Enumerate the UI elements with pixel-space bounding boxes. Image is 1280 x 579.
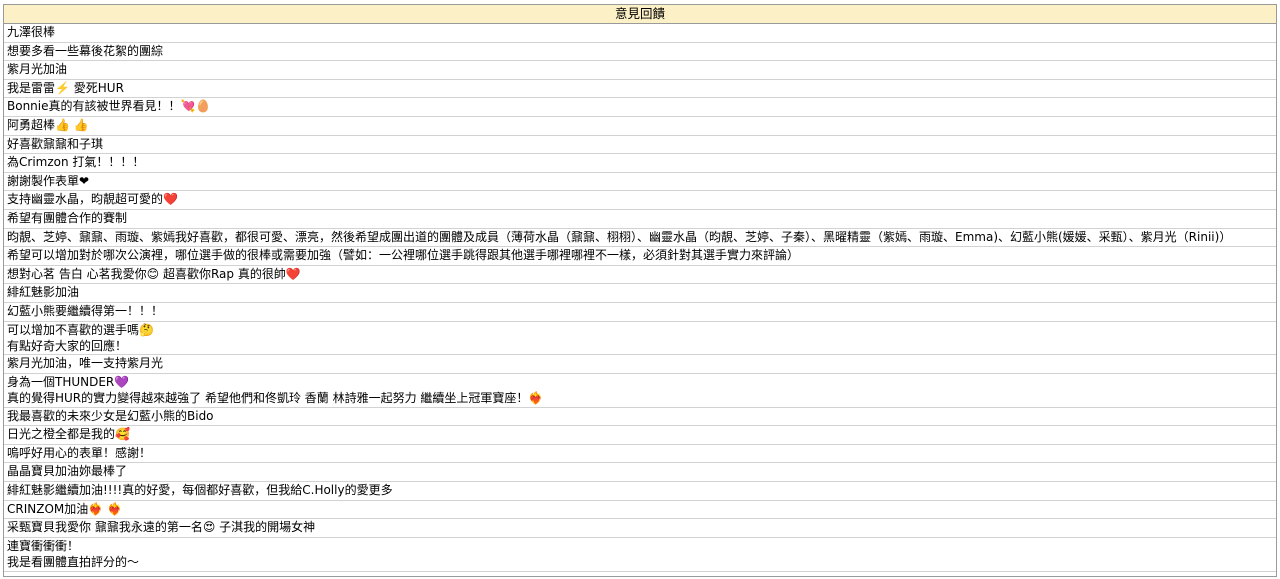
table-row[interactable]: 可以增加不喜歡的選手嗎🤔 有點好奇大家的回應！ — [4, 322, 1276, 356]
cell-text: 有點好奇大家的回應！ — [7, 338, 128, 353]
table-row[interactable]: 嗚呼好用心的表單！感謝！ — [4, 445, 1276, 464]
cell-text: 我是雷雷⚡️ 愛死HUR — [7, 80, 124, 95]
table-row[interactable]: 昀靚、芝婷、鼐鼐、雨璇、紫嫣我好喜歡，都很可愛、漂亮，然後希望成團出道的團體及成… — [4, 229, 1276, 248]
table-row[interactable]: Bonnie真的有該被世界看見！！💘🥚 — [4, 98, 1276, 117]
feedback-sheet: 意見回饋 九澤很棒想要多看一些幕後花絮的團綜 紫月光加油我是雷雷⚡️ 愛死HUR B… — [3, 4, 1277, 577]
table-row[interactable]: 日光之橙全都是我的🥰 — [4, 426, 1276, 445]
table-row[interactable]: 九澤很棒 — [4, 24, 1276, 43]
table-row[interactable]: 想對心茗 告白 心茗我愛你😊 超喜歡你Rap 真的很帥❤️ — [4, 266, 1276, 285]
feedback-rows: 九澤很棒想要多看一些幕後花絮的團綜 紫月光加油我是雷雷⚡️ 愛死HUR Bonnie… — [4, 24, 1276, 572]
table-row[interactable]: 紫月光加油 — [4, 61, 1276, 80]
table-row[interactable]: 阿勇超棒👍 👍 — [4, 117, 1276, 136]
cell-text: 支持幽靈水晶，昀靚超可愛的❤️ — [7, 192, 178, 207]
table-row[interactable]: 幻藍小熊要繼續得第一！！！ — [4, 303, 1276, 322]
table-row[interactable]: 希望有團體合作的賽制 — [4, 210, 1276, 229]
table-row[interactable]: 身為一個THUNDER💜 真的覺得HUR的實力變得越來越強了 希望他們和佟凱玲 香… — [4, 374, 1276, 408]
cell-text: 紫月光加油，唯一支持紫月光 — [7, 356, 164, 371]
cell-text: 紫月光加油 — [7, 62, 68, 77]
cell-text: 日光之橙全都是我的🥰 — [7, 427, 130, 442]
table-row[interactable]: CRINZOM加油❤️‍🔥 ❤️‍🔥 — [4, 501, 1276, 520]
cell-text: 連寶衝衝衝！ — [7, 538, 80, 553]
cell-text: 想要多看一些幕後花絮的團綜 — [7, 43, 164, 58]
cell-text: 我最喜歡的未來少女是幻藍小熊的Bido — [7, 408, 214, 423]
cell-text: 謝謝製作表單❤ — [7, 173, 90, 188]
cell-text: 緋紅魅影繼續加油!!!!真的好愛，每個都好喜歡，但我給C.Holly的愛更多 — [7, 483, 393, 498]
table-row[interactable]: 謝謝製作表單❤ — [4, 173, 1276, 192]
cell-text: 采甄寶貝我愛你 鼐鼐我永遠的第一名😍 子淇我的開場女神 — [7, 520, 316, 535]
cell-text: 好喜歡鼐鼐和子琪 — [7, 136, 104, 151]
column-header-feedback[interactable]: 意見回饋 — [4, 5, 1276, 24]
cell-text: 可以增加不喜歡的選手嗎🤔 — [7, 322, 154, 337]
cell-text: 想對心茗 告白 心茗我愛你😊 超喜歡你Rap 真的很帥❤️ — [7, 266, 301, 281]
cell-text: 幻藍小熊要繼續得第一！！！ — [7, 303, 164, 318]
table-row[interactable]: 我是雷雷⚡️ 愛死HUR — [4, 80, 1276, 99]
cell-text: 真的覺得HUR的實力變得越來越強了 希望他們和佟凱玲 香蘭 林詩雅一起努力 繼續… — [7, 391, 544, 406]
cell-text: 緋紅魅影加油 — [7, 285, 80, 300]
table-row[interactable]: 希望可以增加對於哪次公演裡，哪位選手做的很棒或需要加強（譬如：一公裡哪位選手跳得… — [4, 247, 1276, 266]
cell-text: 希望可以增加對於哪次公演裡，哪位選手做的很棒或需要加強（譬如：一公裡哪位選手跳得… — [7, 248, 800, 263]
table-row[interactable]: 采甄寶貝我愛你 鼐鼐我永遠的第一名😍 子淇我的開場女神 — [4, 519, 1276, 538]
cell-text: 我是看團體直拍評分的～ — [7, 555, 140, 570]
cell-text: 嗚呼好用心的表單！感謝！ — [7, 445, 152, 460]
table-row[interactable]: 晶晶寶貝加油妳最棒了 — [4, 463, 1276, 483]
cell-text: 晶晶寶貝加油妳最棒了 — [7, 464, 128, 479]
cell-text: 九澤很棒 — [7, 25, 56, 39]
cell-text: Bonnie真的有該被世界看見！！💘🥚 — [7, 99, 211, 114]
table-row[interactable]: 我最喜歡的未來少女是幻藍小熊的Bido — [4, 408, 1276, 427]
table-row[interactable]: 好喜歡鼐鼐和子琪 — [4, 136, 1276, 155]
table-row[interactable]: 為Crimzon 打氣！！！！ — [4, 154, 1276, 173]
table-row[interactable]: 緋紅魅影加油 — [4, 284, 1276, 303]
cell-text: 身為一個THUNDER💜 — [7, 374, 130, 389]
table-row[interactable]: 緋紅魅影繼續加油!!!!真的好愛，每個都好喜歡，但我給C.Holly的愛更多 — [4, 482, 1276, 501]
table-row[interactable]: 連寶衝衝衝！ 我是看團體直拍評分的～ — [4, 538, 1276, 572]
cell-text: 阿勇超棒👍 👍 — [7, 117, 89, 132]
cell-text: CRINZOM加油❤️‍🔥 ❤️‍🔥 — [7, 501, 122, 516]
table-row[interactable]: 紫月光加油，唯一支持紫月光 — [4, 355, 1276, 374]
cell-text: 昀靚、芝婷、鼐鼐、雨璇、紫嫣我好喜歡，都很可愛、漂亮，然後希望成團出道的團體及成… — [7, 229, 1232, 244]
cell-text: 為Crimzon 打氣！！！！ — [7, 155, 145, 170]
table-row[interactable]: 想要多看一些幕後花絮的團綜 — [4, 43, 1276, 62]
table-row[interactable]: 支持幽靈水晶，昀靚超可愛的❤️ — [4, 191, 1276, 210]
cell-text: 希望有團體合作的賽制 — [7, 210, 128, 225]
